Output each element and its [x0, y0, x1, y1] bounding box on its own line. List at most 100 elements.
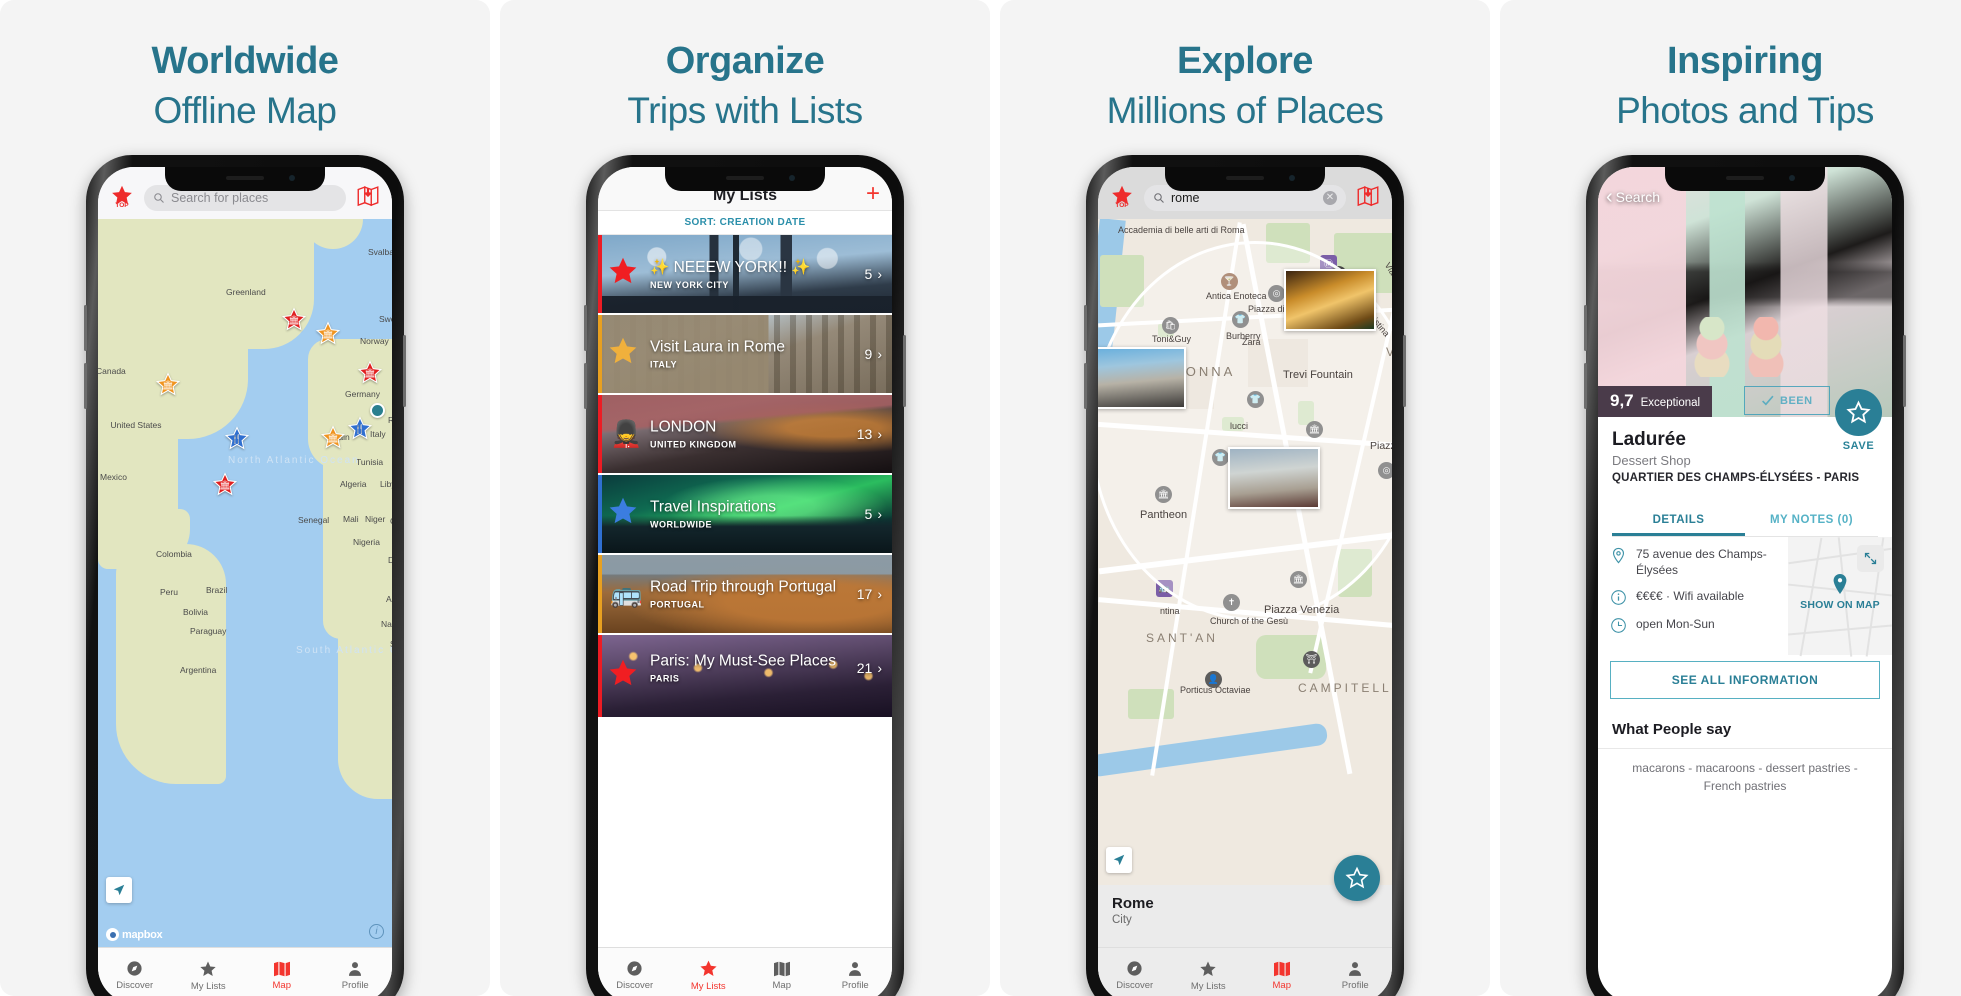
top-star-icon[interactable]: TOP: [106, 183, 138, 214]
show-on-map-label[interactable]: SHOW ON MAP: [1788, 599, 1892, 612]
been-button[interactable]: BEEN: [1744, 386, 1830, 415]
list-count: 21: [856, 659, 873, 676]
tab-my-notes[interactable]: MY NOTES (0): [1745, 506, 1878, 536]
map-info-button[interactable]: i: [369, 924, 384, 939]
place-photo-pantheon[interactable]: [1098, 347, 1186, 409]
tab-profile[interactable]: Profile: [1319, 948, 1393, 996]
list-item[interactable]: ✨ NEEEW YORK!! ✨ NEW YORK CITY 5 ›: [598, 235, 892, 315]
list-marker-red-star: [608, 257, 638, 292]
list-sub: WORLDWIDE: [650, 519, 712, 530]
tab-discover[interactable]: Discover: [98, 948, 172, 996]
back-to-search-button[interactable]: ‹ Search: [1606, 187, 1661, 207]
star-icon: [1200, 961, 1216, 976]
map-label: Algeria: [340, 479, 367, 489]
map-label: Paraguay: [190, 626, 227, 636]
tab-profile[interactable]: Profile: [819, 948, 893, 996]
list-item[interactable]: 💂 LONDON UNITED KINGDOM 13 ›: [598, 395, 892, 475]
city-map[interactable]: Ⓜ 🍸 ◎ 🛍 👕 👕 👕 🍴 🏛 ◎ 🏛 🚌 ✝ 🏛 ⛩ 👤: [1098, 219, 1392, 947]
map-label: ntina: [1160, 606, 1180, 616]
tab-label: Map: [772, 979, 791, 991]
sort-label: SORT: CREATION DATE: [684, 217, 806, 228]
tab-discover[interactable]: Discover: [1098, 948, 1172, 996]
place-info-section: 75 avenue des Champs-Élysées €€€€ · Wifi…: [1598, 537, 1892, 657]
map-label: Tunisia: [356, 457, 384, 467]
tab-my-lists[interactable]: My Lists: [1172, 948, 1246, 996]
phone-mockup-3: TOP rome ✕ Ⓜ 🍸 ◎ 🛍 👕 👕 👕 🏛 ◎ 🏛 🚌 ✝ 🏛 ⛩ 👤…: [1084, 155, 1406, 996]
tab-label: Profile: [1341, 980, 1369, 991]
back-label: Search: [1615, 189, 1661, 205]
map-marker-star-blue[interactable]: 🍴: [347, 416, 373, 442]
map-label: Piazza Venezia: [1264, 604, 1340, 616]
locate-me-button[interactable]: [106, 877, 132, 903]
world-map[interactable]: Greenland Svalbard Sweden Norway Canada …: [98, 219, 392, 947]
map-marker-star-red[interactable]: 🏛: [212, 472, 238, 498]
star-outline-icon: [1345, 866, 1369, 889]
add-list-button[interactable]: +: [866, 182, 880, 206]
list-item[interactable]: 🚌 Road Trip through Portugal PORTUGAL 17…: [598, 555, 892, 635]
location-pin-icon: [1610, 547, 1627, 564]
list-count: 13: [856, 426, 873, 442]
see-all-information-button[interactable]: SEE ALL INFORMATION: [1610, 661, 1880, 700]
expand-map-button[interactable]: [1857, 545, 1884, 572]
offline-map-download-icon[interactable]: [352, 183, 384, 214]
map-marker-star-orange[interactable]: 🏛: [155, 372, 181, 398]
list-item[interactable]: Travel Inspirations WORLDWIDE 5 ›: [598, 475, 892, 555]
chevron-right-icon: ›: [877, 506, 882, 522]
place-hero-photo[interactable]: ‹ Search 9,7 Exceptional BEEN: [1598, 167, 1892, 417]
list-name: LONDON: [650, 418, 717, 436]
tab-map[interactable]: Map: [1245, 948, 1319, 996]
tab-map[interactable]: Map: [245, 948, 319, 996]
save-place-button[interactable]: [1334, 855, 1380, 901]
tab-discover[interactable]: Discover: [598, 948, 672, 996]
map-label: Sweden: [379, 314, 392, 324]
map-label: Canada: [98, 366, 126, 376]
map-label: Porticus Octaviae: [1180, 685, 1251, 695]
place-photo-trevi-fountain[interactable]: [1284, 269, 1376, 331]
place-photo-piazza-venezia[interactable]: [1228, 447, 1320, 509]
map-label: Antica Enoteca: [1206, 291, 1267, 301]
top-star-icon[interactable]: TOP: [1106, 183, 1138, 214]
save-button[interactable]: [1835, 389, 1882, 436]
list-sub: PARIS: [650, 673, 680, 684]
tab-details[interactable]: DETAILS: [1612, 506, 1745, 536]
map-label: Angola: [386, 594, 392, 604]
sort-bar[interactable]: SORT: CREATION DATE: [598, 211, 892, 235]
map-label: Namibia: [381, 619, 392, 629]
map-marker-star-blue[interactable]: 🍴: [224, 426, 250, 452]
locate-me-button[interactable]: [1106, 847, 1132, 873]
map-marker-star-orange[interactable]: 🏛: [315, 321, 341, 347]
list-marker-red-star: [608, 659, 638, 694]
list-item[interactable]: Visit Laura in Rome ITALY 9 ›: [598, 315, 892, 395]
tab-label: Profile: [341, 980, 369, 991]
list-name: Visit Laura in Rome: [650, 338, 785, 356]
tab-my-lists[interactable]: My Lists: [172, 948, 246, 996]
tab-my-lists[interactable]: My Lists: [672, 948, 746, 996]
map-label: Mexico: [100, 472, 127, 482]
map-label: Nigeria: [353, 537, 380, 547]
list-count: 5: [864, 266, 873, 282]
map-label: Pantheon: [1140, 509, 1188, 521]
headline-line-1: Worldwide: [151, 40, 339, 82]
tab-profile[interactable]: Profile: [319, 948, 393, 996]
map-marker-star-red[interactable]: 🏛: [281, 307, 307, 333]
clear-search-icon[interactable]: ✕: [1323, 191, 1337, 205]
map-label: Brazil: [206, 585, 228, 595]
monument-icon[interactable]: ⛩: [1303, 651, 1320, 668]
list-item[interactable]: Paris: My Must-See Places PARIS 21 ›: [598, 635, 892, 719]
tab-label: Map: [1272, 979, 1291, 991]
headline-line-1: Organize: [665, 40, 825, 82]
list-count: 17: [856, 586, 873, 602]
save-place-control[interactable]: SAVE: [1835, 389, 1882, 452]
panel-3-headline: Explore Millions of Places: [1000, 0, 1490, 129]
headline-line-2: Offline Map: [153, 90, 337, 131]
map-marker-star-red[interactable]: 🏛: [357, 360, 383, 386]
map-label: SANT'AN: [1146, 631, 1218, 645]
person-icon: [349, 962, 362, 976]
search-icon: [154, 193, 164, 203]
map-marker-star-orange[interactable]: 🏛: [320, 425, 346, 451]
person-icon: [1349, 962, 1362, 976]
phone-mockup-2: My Lists + SORT: CREATION DATE ✨ NEEEW Y…: [584, 155, 906, 996]
offline-map-download-icon[interactable]: [1352, 183, 1384, 214]
tab-map[interactable]: Map: [745, 948, 819, 996]
mini-map[interactable]: SHOW ON MAP: [1788, 537, 1892, 657]
